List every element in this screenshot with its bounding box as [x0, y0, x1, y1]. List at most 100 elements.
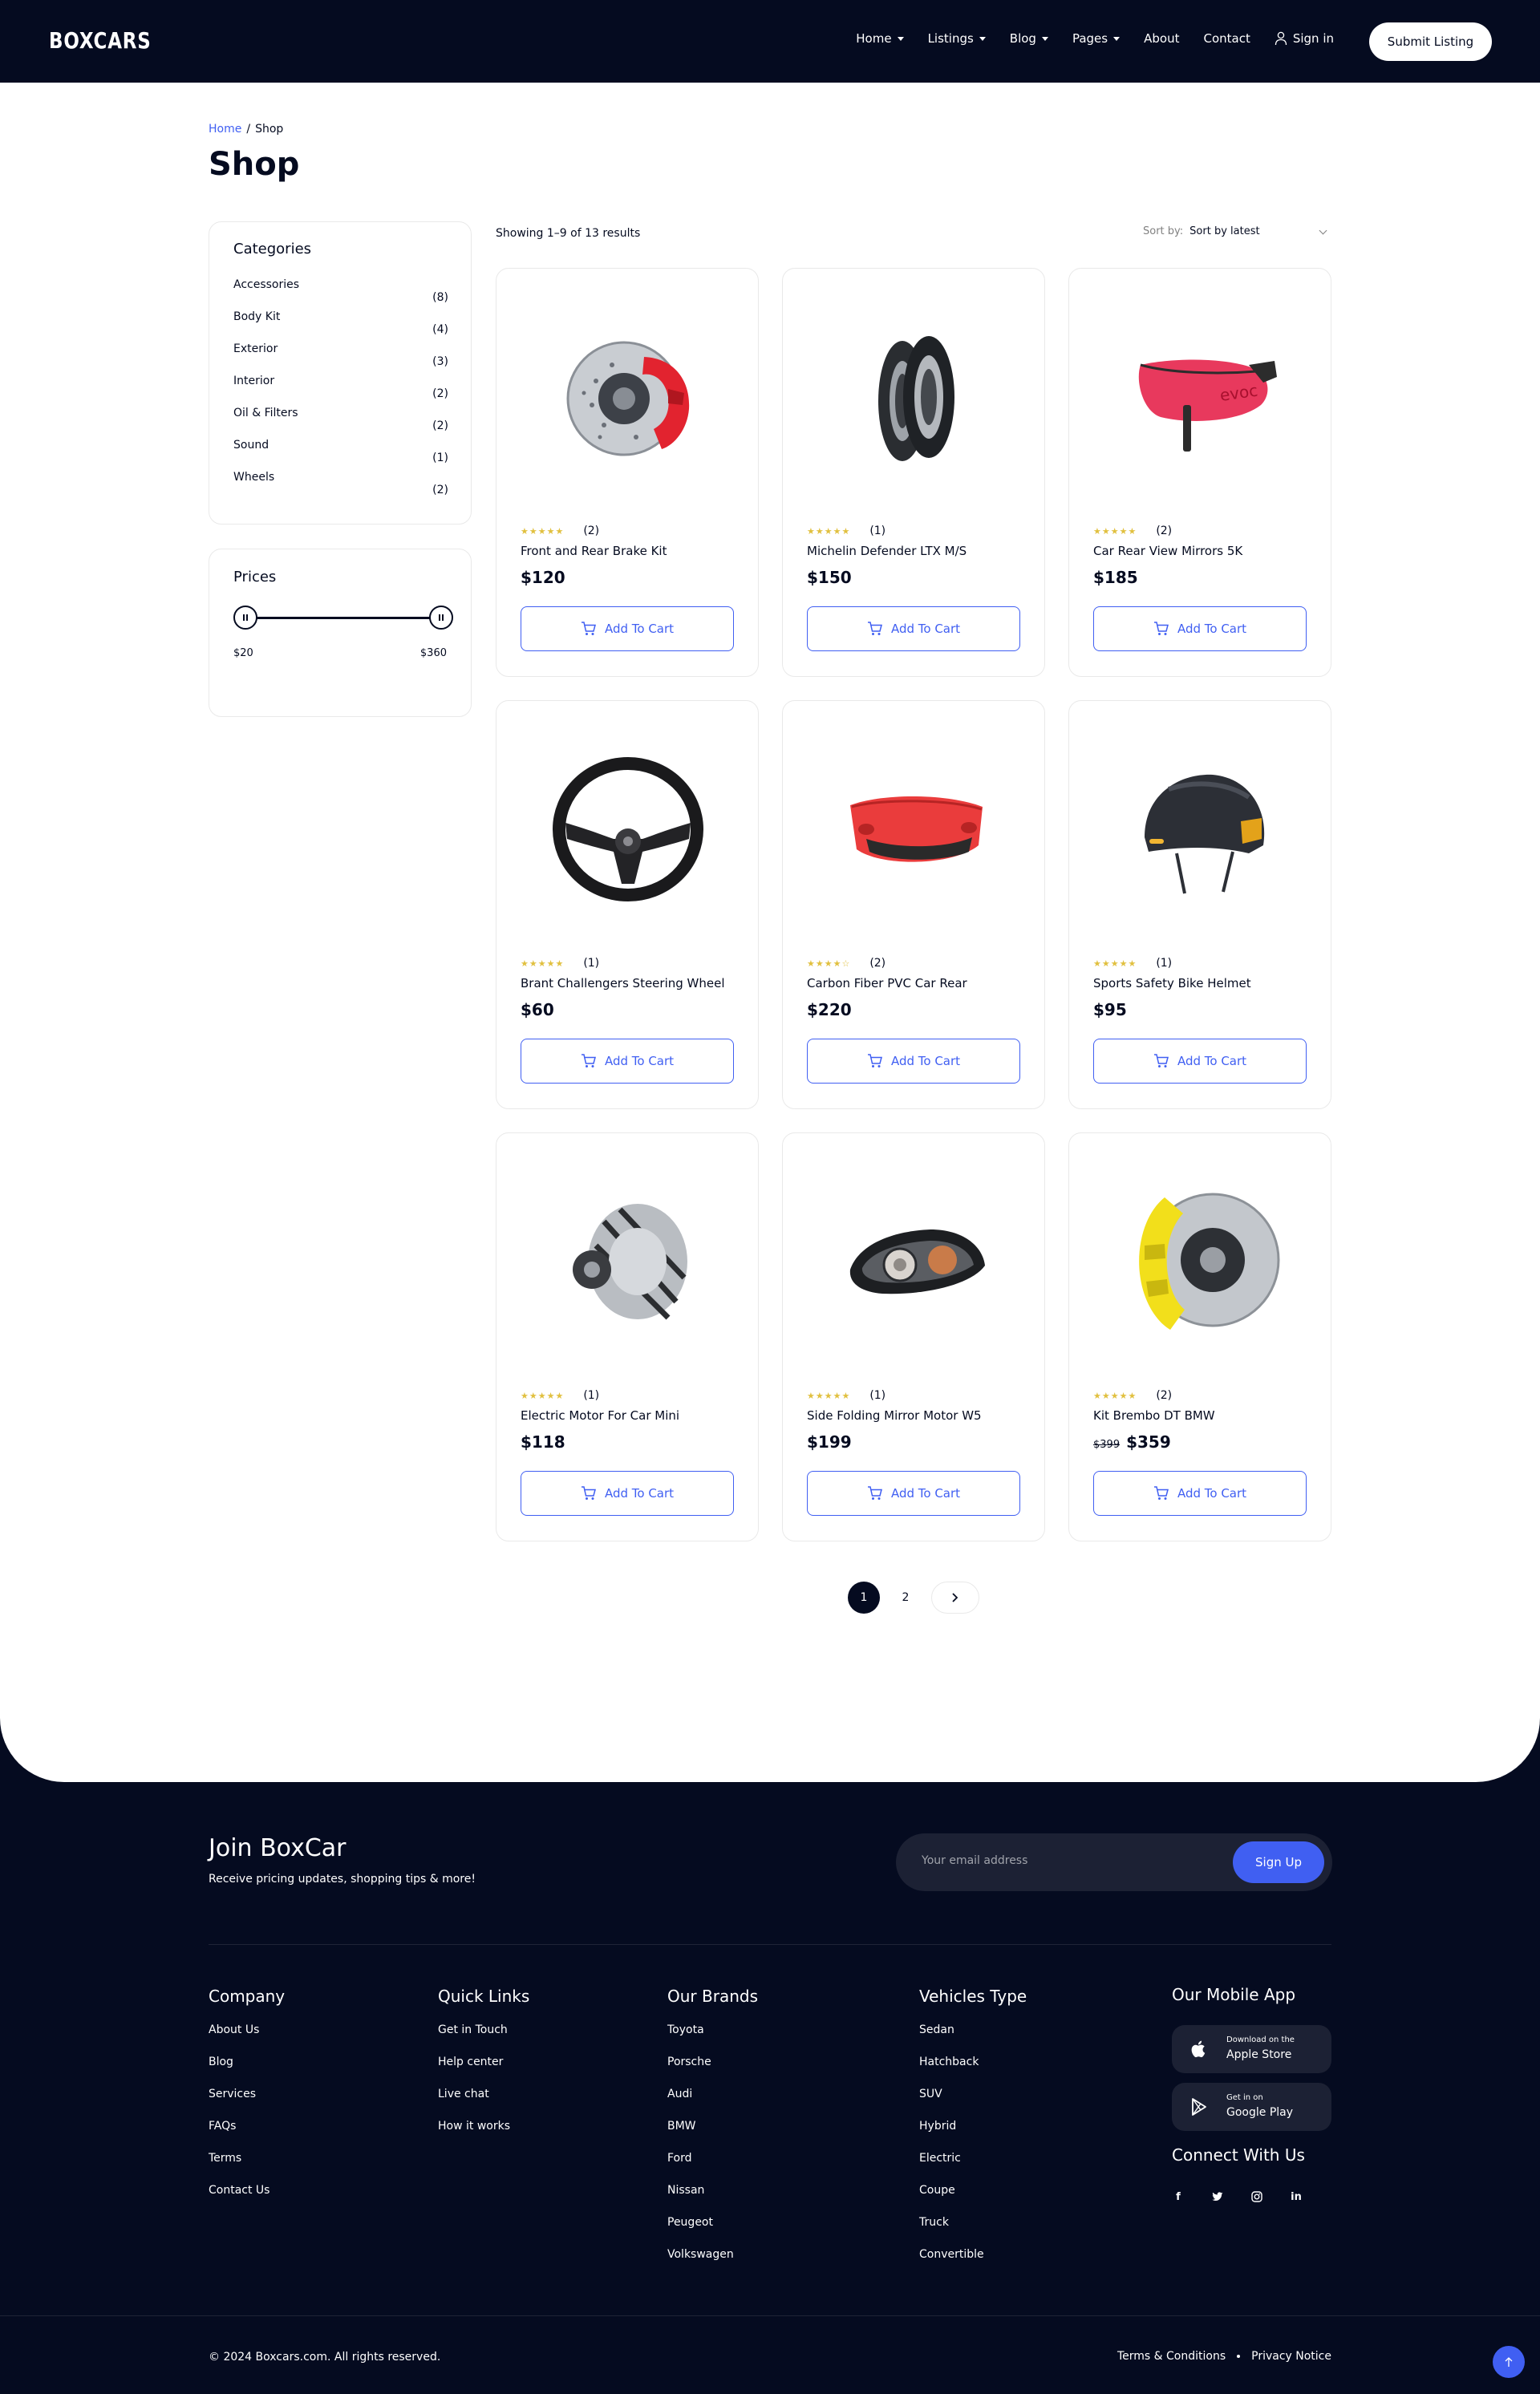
- footer-link[interactable]: Porsche: [667, 2056, 758, 2088]
- google-play-button[interactable]: Get in on Google Play: [1172, 2083, 1331, 2131]
- nav-listings[interactable]: Listings: [928, 31, 986, 46]
- footer-link[interactable]: Peugeot: [667, 2216, 758, 2248]
- product-title[interactable]: Car Rear View Mirrors 5K: [1093, 544, 1242, 558]
- breadcrumb-home[interactable]: Home: [209, 123, 241, 136]
- product-title[interactable]: Side Folding Mirror Motor W5: [807, 1408, 982, 1423]
- add-to-cart-button[interactable]: Add To Cart: [807, 1039, 1020, 1084]
- footer-link[interactable]: Contact Us: [209, 2184, 285, 2216]
- add-to-cart-button[interactable]: Add To Cart: [1093, 1471, 1307, 1516]
- product-image-brake-disc[interactable]: [548, 317, 708, 477]
- footer-link[interactable]: Audi: [667, 2088, 758, 2120]
- product-card[interactable]: ★★★★★ (1) Electric Motor For Car Mini $11…: [496, 1132, 759, 1541]
- footer-link[interactable]: BMW: [667, 2120, 758, 2152]
- footer-link[interactable]: Services: [209, 2088, 285, 2120]
- newsletter-form: Your email address Sign Up: [896, 1833, 1332, 1891]
- product-title[interactable]: Kit Brembo DT BMW: [1093, 1408, 1215, 1423]
- footer-link[interactable]: Blog: [209, 2056, 285, 2088]
- instagram-icon[interactable]: [1250, 2190, 1263, 2203]
- product-title[interactable]: Electric Motor For Car Mini: [521, 1408, 679, 1423]
- product-title[interactable]: Sports Safety Bike Helmet: [1093, 976, 1251, 990]
- footer-link[interactable]: Sedan: [919, 2023, 1027, 2056]
- page-button-1[interactable]: 1: [848, 1582, 880, 1614]
- add-to-cart-button[interactable]: Add To Cart: [807, 606, 1020, 651]
- category-item[interactable]: Sound (1): [233, 439, 448, 471]
- footer-link[interactable]: Convertible: [919, 2248, 1027, 2280]
- nav-about[interactable]: About: [1144, 31, 1179, 46]
- back-to-top-button[interactable]: [1493, 2346, 1525, 2378]
- product-image-bumper[interactable]: [834, 749, 995, 909]
- footer-link[interactable]: Get in Touch: [438, 2023, 529, 2056]
- category-item[interactable]: Accessories (8): [233, 278, 448, 310]
- price-max-handle[interactable]: [429, 606, 453, 630]
- footer-link[interactable]: FAQs: [209, 2120, 285, 2152]
- product-image-steering-wheel[interactable]: [548, 749, 708, 909]
- page-button-2[interactable]: 2: [890, 1582, 922, 1614]
- product-title[interactable]: Carbon Fiber PVC Car Rear: [807, 976, 967, 990]
- price-slider-track[interactable]: [245, 617, 442, 619]
- product-card[interactable]: ★★★★★ (2) Kit Brembo DT BMW $399 $359 Add …: [1068, 1132, 1331, 1541]
- submit-listing-button[interactable]: Submit Listing: [1369, 22, 1492, 61]
- footer-link[interactable]: Live chat: [438, 2088, 529, 2120]
- add-to-cart-button[interactable]: Add To Cart: [807, 1471, 1020, 1516]
- product-image-headlight[interactable]: [834, 1181, 995, 1342]
- sign-in-link[interactable]: Sign in: [1275, 31, 1334, 46]
- product-card[interactable]: ★★★★★ (1) Side Folding Mirror Motor W5 $1…: [782, 1132, 1045, 1541]
- footer-link[interactable]: Ford: [667, 2152, 758, 2184]
- product-card[interactable]: evoc ★★★★★ (2) Car Rear View Mirrors 5K $…: [1068, 268, 1331, 677]
- product-image-saddle-bag[interactable]: evoc: [1121, 317, 1281, 477]
- category-item[interactable]: Oil & Filters (2): [233, 407, 448, 439]
- linkedin-icon[interactable]: in: [1290, 2190, 1303, 2203]
- add-to-cart-button[interactable]: Add To Cart: [1093, 1039, 1307, 1084]
- nav-blog[interactable]: Blog: [1010, 31, 1048, 46]
- review-count: (2): [583, 525, 600, 537]
- footer-link[interactable]: SUV: [919, 2088, 1027, 2120]
- footer-link[interactable]: Terms: [209, 2152, 285, 2184]
- apple-store-button[interactable]: Download on the Apple Store: [1172, 2025, 1331, 2073]
- category-item[interactable]: Body Kit (4): [233, 310, 448, 342]
- product-image-alternator[interactable]: [548, 1181, 708, 1342]
- footer-link[interactable]: Electric: [919, 2152, 1027, 2184]
- email-input[interactable]: Your email address: [922, 1854, 1027, 1867]
- footer-link[interactable]: Coupe: [919, 2184, 1027, 2216]
- sort-select[interactable]: Sort by: Sort by latest: [1143, 225, 1327, 237]
- facebook-icon[interactable]: f: [1172, 2190, 1185, 2203]
- social-links: f in: [1172, 2190, 1331, 2203]
- footer-link[interactable]: Truck: [919, 2216, 1027, 2248]
- product-title[interactable]: Michelin Defender LTX M/S: [807, 544, 967, 558]
- product-title[interactable]: Front and Rear Brake Kit: [521, 544, 667, 558]
- product-card[interactable]: ★★★★☆ (2) Carbon Fiber PVC Car Rear $220 …: [782, 700, 1045, 1109]
- add-to-cart-button[interactable]: Add To Cart: [521, 1039, 734, 1084]
- site-logo[interactable]: BOXCARS: [49, 27, 152, 54]
- privacy-link[interactable]: Privacy Notice: [1251, 2350, 1331, 2363]
- footer-link[interactable]: Toyota: [667, 2023, 758, 2056]
- category-item[interactable]: Exterior (3): [233, 342, 448, 375]
- add-to-cart-button[interactable]: Add To Cart: [1093, 606, 1307, 651]
- product-card[interactable]: ★★★★★ (2) Front and Rear Brake Kit $120 A…: [496, 268, 759, 677]
- next-page-button[interactable]: [931, 1582, 979, 1614]
- category-item[interactable]: Wheels (2): [233, 471, 448, 503]
- add-to-cart-button[interactable]: Add To Cart: [521, 1471, 734, 1516]
- sign-up-button[interactable]: Sign Up: [1233, 1841, 1324, 1883]
- product-image-brembo-brake[interactable]: [1121, 1181, 1281, 1342]
- footer-link[interactable]: How it works: [438, 2120, 529, 2152]
- footer-link[interactable]: About Us: [209, 2023, 285, 2056]
- footer-link[interactable]: Volkswagen: [667, 2248, 758, 2280]
- twitter-icon[interactable]: [1211, 2190, 1224, 2203]
- product-card[interactable]: ★★★★★ (1) Michelin Defender LTX M/S $150 …: [782, 268, 1045, 677]
- terms-link[interactable]: Terms & Conditions: [1117, 2350, 1226, 2363]
- footer-link[interactable]: Hybrid: [919, 2120, 1027, 2152]
- product-title[interactable]: Brant Challengers Steering Wheel: [521, 976, 725, 990]
- nav-pages[interactable]: Pages: [1072, 31, 1121, 46]
- add-to-cart-button[interactable]: Add To Cart: [521, 606, 734, 651]
- price-min-handle[interactable]: [233, 606, 257, 630]
- nav-contact[interactable]: Contact: [1203, 31, 1250, 46]
- nav-home[interactable]: Home: [856, 31, 904, 46]
- category-item[interactable]: Interior (2): [233, 375, 448, 407]
- product-image-helmet[interactable]: [1121, 749, 1281, 909]
- product-image-tires[interactable]: [834, 317, 995, 477]
- product-card[interactable]: ★★★★★ (1) Brant Challengers Steering Whee…: [496, 700, 759, 1109]
- footer-link[interactable]: Nissan: [667, 2184, 758, 2216]
- footer-link[interactable]: Help center: [438, 2056, 529, 2088]
- footer-link[interactable]: Hatchback: [919, 2056, 1027, 2088]
- product-card[interactable]: ★★★★★ (1) Sports Safety Bike Helmet $95 A…: [1068, 700, 1331, 1109]
